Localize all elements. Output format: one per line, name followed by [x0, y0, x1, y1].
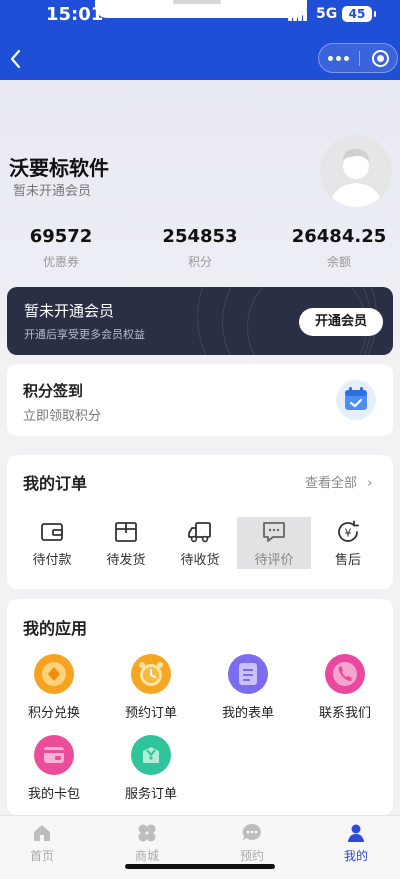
checkin-subtitle: 立即领取积分: [23, 409, 102, 424]
bottom-tab-bar: 首页 商城 预约 我的: [0, 815, 400, 879]
membership-card-subtitle: 开通后享受更多会员权益: [24, 328, 145, 341]
my-apps-card: 我的应用 积分兑换 预约订单 我的表单 联系我们 我的卡包 服务订单: [7, 599, 393, 815]
app-points-exchange[interactable]: 积分兑换: [9, 654, 99, 721]
app-card-wallet[interactable]: 我的卡包: [9, 735, 99, 802]
order-item-label: 待付款: [32, 553, 72, 568]
more-dots-icon: [328, 56, 333, 61]
apps-title: 我的应用: [23, 619, 88, 638]
phone-icon: [325, 654, 365, 694]
stat-value: 254853: [162, 226, 238, 247]
avatar[interactable]: [320, 135, 392, 207]
yuan-refund-icon: ¥: [338, 520, 359, 542]
stat-points[interactable]: 254853 积分: [140, 226, 260, 270]
close-miniprogram-button[interactable]: [372, 50, 389, 67]
app-contact-us[interactable]: 联系我们: [300, 654, 390, 721]
points-exchange-icon: [34, 654, 74, 694]
tab-home[interactable]: 首页: [7, 822, 77, 864]
stat-coupons[interactable]: 69572 优惠券: [1, 226, 121, 270]
svg-text:¥: ¥: [345, 527, 352, 540]
app-service-orders[interactable]: 服务订单: [106, 735, 196, 802]
user-name: 沃要标软件: [9, 156, 109, 180]
calendar-check-icon: [336, 380, 376, 420]
signal-icon: [288, 9, 310, 21]
stat-label: 优惠券: [42, 255, 79, 269]
tab-label: 首页: [29, 849, 54, 863]
app-label: 我的卡包: [27, 787, 80, 802]
orders-title: 我的订单: [23, 474, 88, 493]
card-wallet-icon: [34, 735, 74, 775]
miniprogram-capsule: [318, 43, 398, 73]
app-label: 积分兑换: [27, 706, 80, 721]
home-indicator: [125, 864, 275, 869]
service-order-icon: [131, 735, 171, 775]
order-item-label: 售后: [334, 553, 361, 568]
default-avatar-icon: [320, 135, 392, 207]
my-orders-card: 我的订单 查看全部 › 待付款 待发货 待收货 待评价 ¥ 售后: [7, 455, 393, 589]
view-all-label: 查看全部: [305, 476, 358, 491]
battery-icon: 45: [342, 6, 376, 22]
checkin-title: 积分签到: [23, 382, 84, 400]
more-button[interactable]: [319, 44, 359, 72]
app-booking-orders[interactable]: 预约订单: [106, 654, 196, 721]
membership-card-title: 暂未开通会员: [24, 302, 115, 320]
comment-icon: [263, 522, 285, 542]
truck-icon: [188, 522, 211, 543]
stat-balance[interactable]: 26484.25 余额: [279, 226, 399, 270]
chevron-right-icon: ›: [367, 476, 373, 491]
home-icon: [34, 825, 50, 841]
package-icon: [115, 522, 137, 542]
status-bar: 15:01 5G 45: [0, 0, 400, 30]
order-item-label: 待评价: [254, 553, 294, 568]
order-pending-payment[interactable]: 待付款: [15, 517, 89, 569]
top-bar: 15:01 5G 45: [0, 0, 400, 80]
stat-value: 26484.25: [291, 226, 387, 247]
alarm-clock-icon: [131, 654, 171, 694]
form-icon: [228, 654, 268, 694]
order-pending-receipt[interactable]: 待收货: [163, 517, 237, 569]
chevron-left-icon: [10, 49, 21, 69]
order-pending-review[interactable]: 待评价: [237, 517, 311, 569]
chat-icon: [242, 823, 261, 841]
view-all-orders-link[interactable]: 查看全部 ›: [305, 472, 372, 491]
wallet-icon: [41, 523, 63, 541]
stat-label: 余额: [326, 255, 351, 269]
tab-mall[interactable]: 商城: [112, 822, 182, 864]
stat-value: 69572: [29, 226, 93, 247]
network-type: 5G: [316, 6, 338, 22]
points-checkin-card[interactable]: 积分签到 立即领取积分: [7, 364, 393, 436]
tab-booking[interactable]: 预约: [217, 822, 287, 864]
mall-icon: [138, 824, 156, 842]
capsule-divider: [359, 51, 360, 66]
membership-status: 暂未开通会员: [13, 184, 92, 199]
order-item-label: 待发货: [106, 553, 146, 568]
tab-label: 商城: [134, 849, 159, 863]
tab-label: 预约: [239, 849, 264, 863]
open-membership-button[interactable]: 开通会员: [299, 308, 383, 336]
membership-card: 暂未开通会员 开通后享受更多会员权益 开通会员: [7, 287, 393, 355]
app-label: 联系我们: [318, 706, 371, 721]
user-icon: [348, 824, 364, 842]
order-item-label: 待收货: [180, 553, 220, 568]
order-pending-shipment[interactable]: 待发货: [89, 517, 163, 569]
back-button[interactable]: [6, 46, 28, 72]
tab-mine[interactable]: 我的: [321, 822, 391, 864]
tab-label: 我的: [343, 849, 368, 863]
order-after-sales[interactable]: ¥ 售后: [311, 517, 385, 569]
app-label: 预约订单: [124, 706, 177, 721]
stat-label: 积分: [187, 255, 212, 269]
app-my-forms[interactable]: 我的表单: [203, 654, 293, 721]
app-label: 服务订单: [124, 787, 177, 802]
app-label: 我的表单: [221, 706, 274, 721]
notification-pill: [95, 0, 307, 18]
